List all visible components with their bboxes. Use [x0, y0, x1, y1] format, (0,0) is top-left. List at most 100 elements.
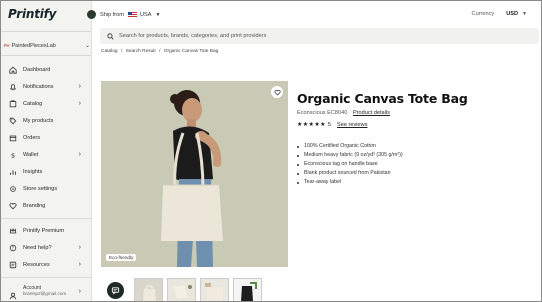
sidebar-item-label: My products	[23, 117, 54, 124]
svg-text:$: $	[11, 151, 15, 159]
search-placeholder: Search for products, brands, categories,…	[119, 33, 267, 39]
list-item: Blank product sourced from Pakistan	[297, 169, 403, 178]
sidebar-item-resources[interactable]: Resources ›	[1, 256, 91, 273]
sidebar-item-branding[interactable]: Branding	[1, 197, 91, 214]
chat-button[interactable]	[101, 278, 130, 301]
resources-icon	[9, 261, 17, 269]
crown-icon	[9, 227, 17, 235]
sidebar-item-account[interactable]: Account brainsp2@gmail.com ›	[1, 281, 91, 301]
heart-icon	[9, 202, 17, 210]
breadcrumb-catalog[interactable]: Catalog	[101, 49, 118, 54]
chevron-right-icon: ›	[78, 100, 81, 107]
shop-selector[interactable]: Pe PaintedPiecesLab ⌄	[4, 39, 90, 52]
sidebar-item-label: Branding	[23, 202, 46, 209]
sidebar-item-my-products[interactable]: My products	[1, 112, 91, 129]
account-text: Account brainsp2@gmail.com	[23, 285, 66, 297]
model-with-tote-illustration	[101, 81, 288, 267]
chevron-right-icon: ›	[78, 151, 81, 158]
sidebar-item-printify-premium[interactable]: Printify Premium	[1, 222, 91, 239]
rating-value: 5	[327, 121, 332, 128]
svg-text:?: ?	[12, 245, 14, 250]
sidebar-item-label: Insights	[23, 168, 43, 175]
caret-down-icon: ▼	[155, 11, 161, 18]
breadcrumb-separator: /	[159, 49, 161, 54]
thumbnail-2[interactable]	[134, 278, 163, 301]
shop-prefix: Pe	[4, 43, 10, 48]
favorite-button[interactable]	[271, 86, 283, 98]
tote-thumbnail-image	[234, 279, 261, 301]
chevron-right-icon: ›	[78, 83, 81, 90]
account-email: brainsp2@gmail.com	[23, 291, 67, 296]
product-details-link[interactable]: Product details	[353, 110, 390, 116]
list-item: Tear-away label	[297, 178, 403, 187]
product-features-list: 100% Certified Organic Cotton Medium hea…	[297, 142, 403, 187]
breadcrumb-current: Organic Canvas Tote Bag	[163, 49, 219, 54]
chevron-down-icon: ⌄	[84, 43, 90, 49]
divider	[1, 218, 91, 219]
ship-from-selector[interactable]: Ship from USA ▼	[87, 10, 160, 19]
heart-icon	[273, 89, 281, 95]
wallet-icon: $	[9, 151, 17, 159]
breadcrumb: Catalog / Search Result / Organic Canvas…	[101, 49, 220, 54]
sidebar-item-wallet[interactable]: $ Wallet ›	[1, 146, 91, 163]
sidebar-item-label: Resources	[23, 261, 50, 268]
divider	[1, 55, 91, 56]
location-icon	[87, 10, 96, 19]
printify-logo[interactable]: Printify	[8, 7, 56, 21]
thumbnail-4[interactable]	[200, 278, 229, 301]
sidebar-item-label: Orders	[23, 134, 41, 141]
sidebar-item-store-settings[interactable]: Store settings	[1, 180, 91, 197]
sidebar-item-label: Dashboard	[23, 66, 51, 73]
sidebar-item-label: Printify Premium	[23, 227, 65, 234]
tote-thumbnail-image	[201, 279, 228, 301]
divider	[1, 277, 91, 278]
app-window: Printify Pe PaintedPiecesLab ⌄ Dashboard…	[0, 0, 542, 302]
sidebar-item-catalog[interactable]: Catalog ›	[1, 95, 91, 112]
tote-thumbnail-image	[168, 279, 195, 301]
tote-thumbnail-image	[135, 279, 162, 301]
home-icon	[9, 66, 17, 74]
sidebar-item-label: Need help?	[23, 244, 52, 251]
search-icon	[107, 32, 114, 40]
currency-label: Currency	[471, 11, 495, 17]
thumbnail-3[interactable]	[167, 278, 196, 301]
user-icon	[9, 287, 17, 300]
eco-friendly-badge: Eco-friendly	[106, 254, 137, 261]
currency-selector[interactable]: Currency USD ▼	[472, 11, 527, 17]
sidebar-item-need-help[interactable]: ? Need help? ›	[1, 239, 91, 256]
us-flag-icon	[127, 11, 137, 18]
see-reviews-link[interactable]: See reviews	[337, 122, 367, 128]
product-brand: Econscious EC8040 Product details	[297, 110, 390, 116]
breadcrumb-search-result[interactable]: Search Result	[126, 49, 156, 54]
chevron-right-icon: ›	[78, 244, 81, 251]
sidebar-item-orders[interactable]: Orders	[1, 129, 91, 146]
bell-icon	[9, 83, 17, 91]
sidebar-item-dashboard[interactable]: Dashboard	[1, 61, 91, 78]
ship-from-value: USA	[139, 11, 152, 18]
tag-icon	[9, 117, 17, 125]
chevron-right-icon: ›	[78, 287, 81, 295]
list-item: Medium heavy fabric (9 oz/yd² (305 g/m²)…	[297, 151, 403, 160]
product-title: Organic Canvas Tote Bag	[297, 91, 468, 106]
sidebar-nav: Dashboard Notifications › Catalog › My p…	[1, 61, 91, 214]
sidebar-item-label: Catalog	[23, 100, 43, 107]
catalog-icon	[9, 99, 17, 108]
insights-icon	[9, 168, 17, 176]
brand-model: Econscious EC8040	[297, 110, 348, 116]
sidebar-item-label: Wallet	[23, 151, 39, 158]
sidebar-item-label: Store settings	[23, 185, 58, 192]
gear-icon	[9, 185, 17, 193]
thumbnail-5[interactable]	[233, 278, 262, 301]
box-icon	[9, 134, 17, 142]
rating-stars: ★★★★★	[297, 122, 326, 128]
search-input[interactable]: Search for products, brands, categories,…	[100, 28, 539, 44]
sidebar-item-insights[interactable]: Insights	[1, 163, 91, 180]
divider	[1, 31, 91, 32]
sidebar-item-notifications[interactable]: Notifications ›	[1, 78, 91, 95]
product-main-image[interactable]: Eco-friendly	[101, 81, 288, 267]
help-icon: ?	[9, 244, 17, 252]
ship-from-label: Ship from	[100, 11, 124, 18]
breadcrumb-separator: /	[120, 49, 123, 54]
chevron-right-icon: ›	[78, 261, 81, 268]
chat-icon	[107, 282, 124, 299]
